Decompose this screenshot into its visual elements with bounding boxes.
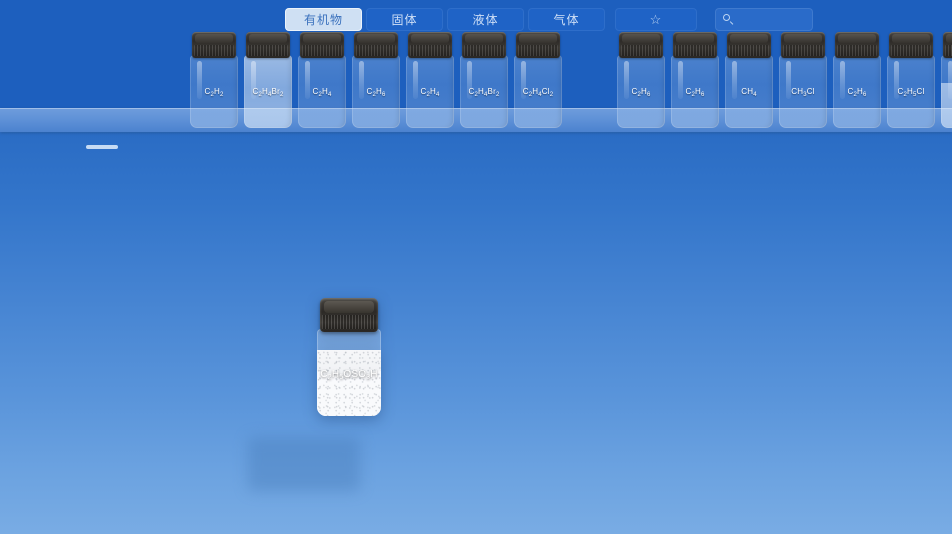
shelf-bottle[interactable]: C2H4 — [296, 32, 348, 128]
category-tabbar: 有机物 固体 液体 气体 ☆ — [285, 8, 813, 31]
shelf-bottle[interactable]: C2H6 — [669, 32, 721, 128]
tab-gas[interactable]: 气体 — [528, 8, 605, 31]
page-indicator[interactable] — [86, 145, 118, 149]
bottle-formula-label: C2H5Cl — [897, 87, 925, 98]
search-input[interactable] — [715, 8, 813, 31]
shelf-row-right: C2H6 C2H6 CH4 CH3Cl C2H6 C2H5Cl C2H6 — [615, 32, 952, 128]
bottle-cap-icon — [408, 32, 452, 58]
bottle-cap-icon — [462, 32, 506, 58]
bottle-cap-icon — [619, 32, 663, 58]
bottle-cap-icon — [835, 32, 879, 58]
bottle-formula-label: C2H4 — [420, 87, 440, 98]
shelf-bottle[interactable]: C2H4Br2 — [458, 32, 510, 128]
shelf-bottle[interactable]: C2H6 — [350, 32, 402, 128]
bottle-glass: C2H6 — [671, 55, 719, 128]
bottle-formula-label: C2H4Br2 — [468, 87, 500, 98]
bottle-cap-icon — [781, 32, 825, 58]
shelf-bottle[interactable]: C2H6 — [831, 32, 883, 128]
bottle-glass: C2H6 — [941, 55, 952, 128]
bottle-formula-label: C2H6 — [685, 87, 705, 98]
shelf-bottle[interactable]: C2H6 — [939, 32, 952, 128]
shelf-bottle[interactable]: C2H2 — [188, 32, 240, 128]
reagent-shelf-app: 有机物 固体 液体 气体 ☆ C2H2 C2H4Br2 C2H4 C2H6 C2H4 C2… — [0, 0, 952, 534]
shelf-bottle[interactable]: CH4 — [723, 32, 775, 128]
selected-bottle[interactable]: C2H5OSO3H — [315, 298, 383, 416]
shelf-bottle[interactable]: C2H4 — [404, 32, 456, 128]
bottle-cap-icon — [192, 32, 236, 58]
bottle-cap-icon — [516, 32, 560, 58]
bottle-glass: C2H5Cl — [887, 55, 935, 128]
bottle-formula-label: C2H2 — [204, 87, 224, 98]
shelf-row-left: C2H2 C2H4Br2 C2H4 C2H6 C2H4 C2H4Br2 C2H4Cl2 — [188, 32, 566, 128]
tab-solid-label: 固体 — [391, 13, 418, 27]
bottle-glass: C2H6 — [352, 55, 400, 128]
bottle-glass: C2H5OSO3H — [317, 329, 381, 416]
powder-contents — [317, 349, 381, 416]
bottle-glass: C2H2 — [190, 55, 238, 128]
bottle-glass: C2H6 — [617, 55, 665, 128]
shelf-bottle[interactable]: C2H6 — [615, 32, 667, 128]
shelf-bottle[interactable]: C2H5Cl — [885, 32, 937, 128]
selected-bottle-label: C2H5OSO3H — [320, 369, 378, 381]
shelf-bottle[interactable]: C2H4Br2 — [242, 32, 294, 128]
tab-organic[interactable]: 有机物 — [285, 8, 362, 31]
bottle-glass: CH4 — [725, 55, 773, 128]
bottle-cap-icon — [320, 298, 378, 332]
shelf-bottle[interactable]: CH3Cl — [777, 32, 829, 128]
shelf-bottle[interactable]: C2H4Cl2 — [512, 32, 564, 128]
tab-organic-label: 有机物 — [303, 13, 343, 27]
bottle-cap-icon — [354, 32, 398, 58]
bottle-formula-label: C2H4 — [312, 87, 332, 98]
bottle-glass: CH3Cl — [779, 55, 827, 128]
bottle-formula-label: C2H6 — [847, 87, 867, 98]
bottle-glass: C2H4Cl2 — [514, 55, 562, 128]
bottle-cap-icon — [889, 32, 933, 58]
bottle-glass: C2H4 — [298, 55, 346, 128]
bottle-formula-label: CH3Cl — [791, 87, 815, 98]
tab-gas-label: 气体 — [553, 13, 580, 27]
bottle-formula-label: C2H6 — [631, 87, 651, 98]
bottle-formula-label: C2H4Cl2 — [522, 87, 554, 98]
bottle-cap-icon — [727, 32, 771, 58]
bottle-formula-label: C2H4Br2 — [252, 87, 284, 98]
faded-info-panel — [248, 437, 360, 491]
bottle-cap-icon — [673, 32, 717, 58]
tab-liquid[interactable]: 液体 — [447, 8, 524, 31]
search-icon — [723, 14, 734, 25]
bottle-cap-icon — [943, 32, 952, 58]
bottle-cap-icon — [246, 32, 290, 58]
bottle-formula-label: CH4 — [741, 87, 757, 98]
favorites-button[interactable]: ☆ — [615, 8, 697, 31]
star-icon: ☆ — [649, 12, 663, 27]
bottle-formula-label: C2H6 — [366, 87, 386, 98]
tab-liquid-label: 液体 — [472, 13, 499, 27]
bottle-cap-icon — [300, 32, 344, 58]
bottle-glass: C2H4Br2 — [244, 55, 292, 128]
tab-solid[interactable]: 固体 — [366, 8, 443, 31]
bottle-glass: C2H4Br2 — [460, 55, 508, 128]
bottle-glass: C2H6 — [833, 55, 881, 128]
bottle-glass: C2H4 — [406, 55, 454, 128]
